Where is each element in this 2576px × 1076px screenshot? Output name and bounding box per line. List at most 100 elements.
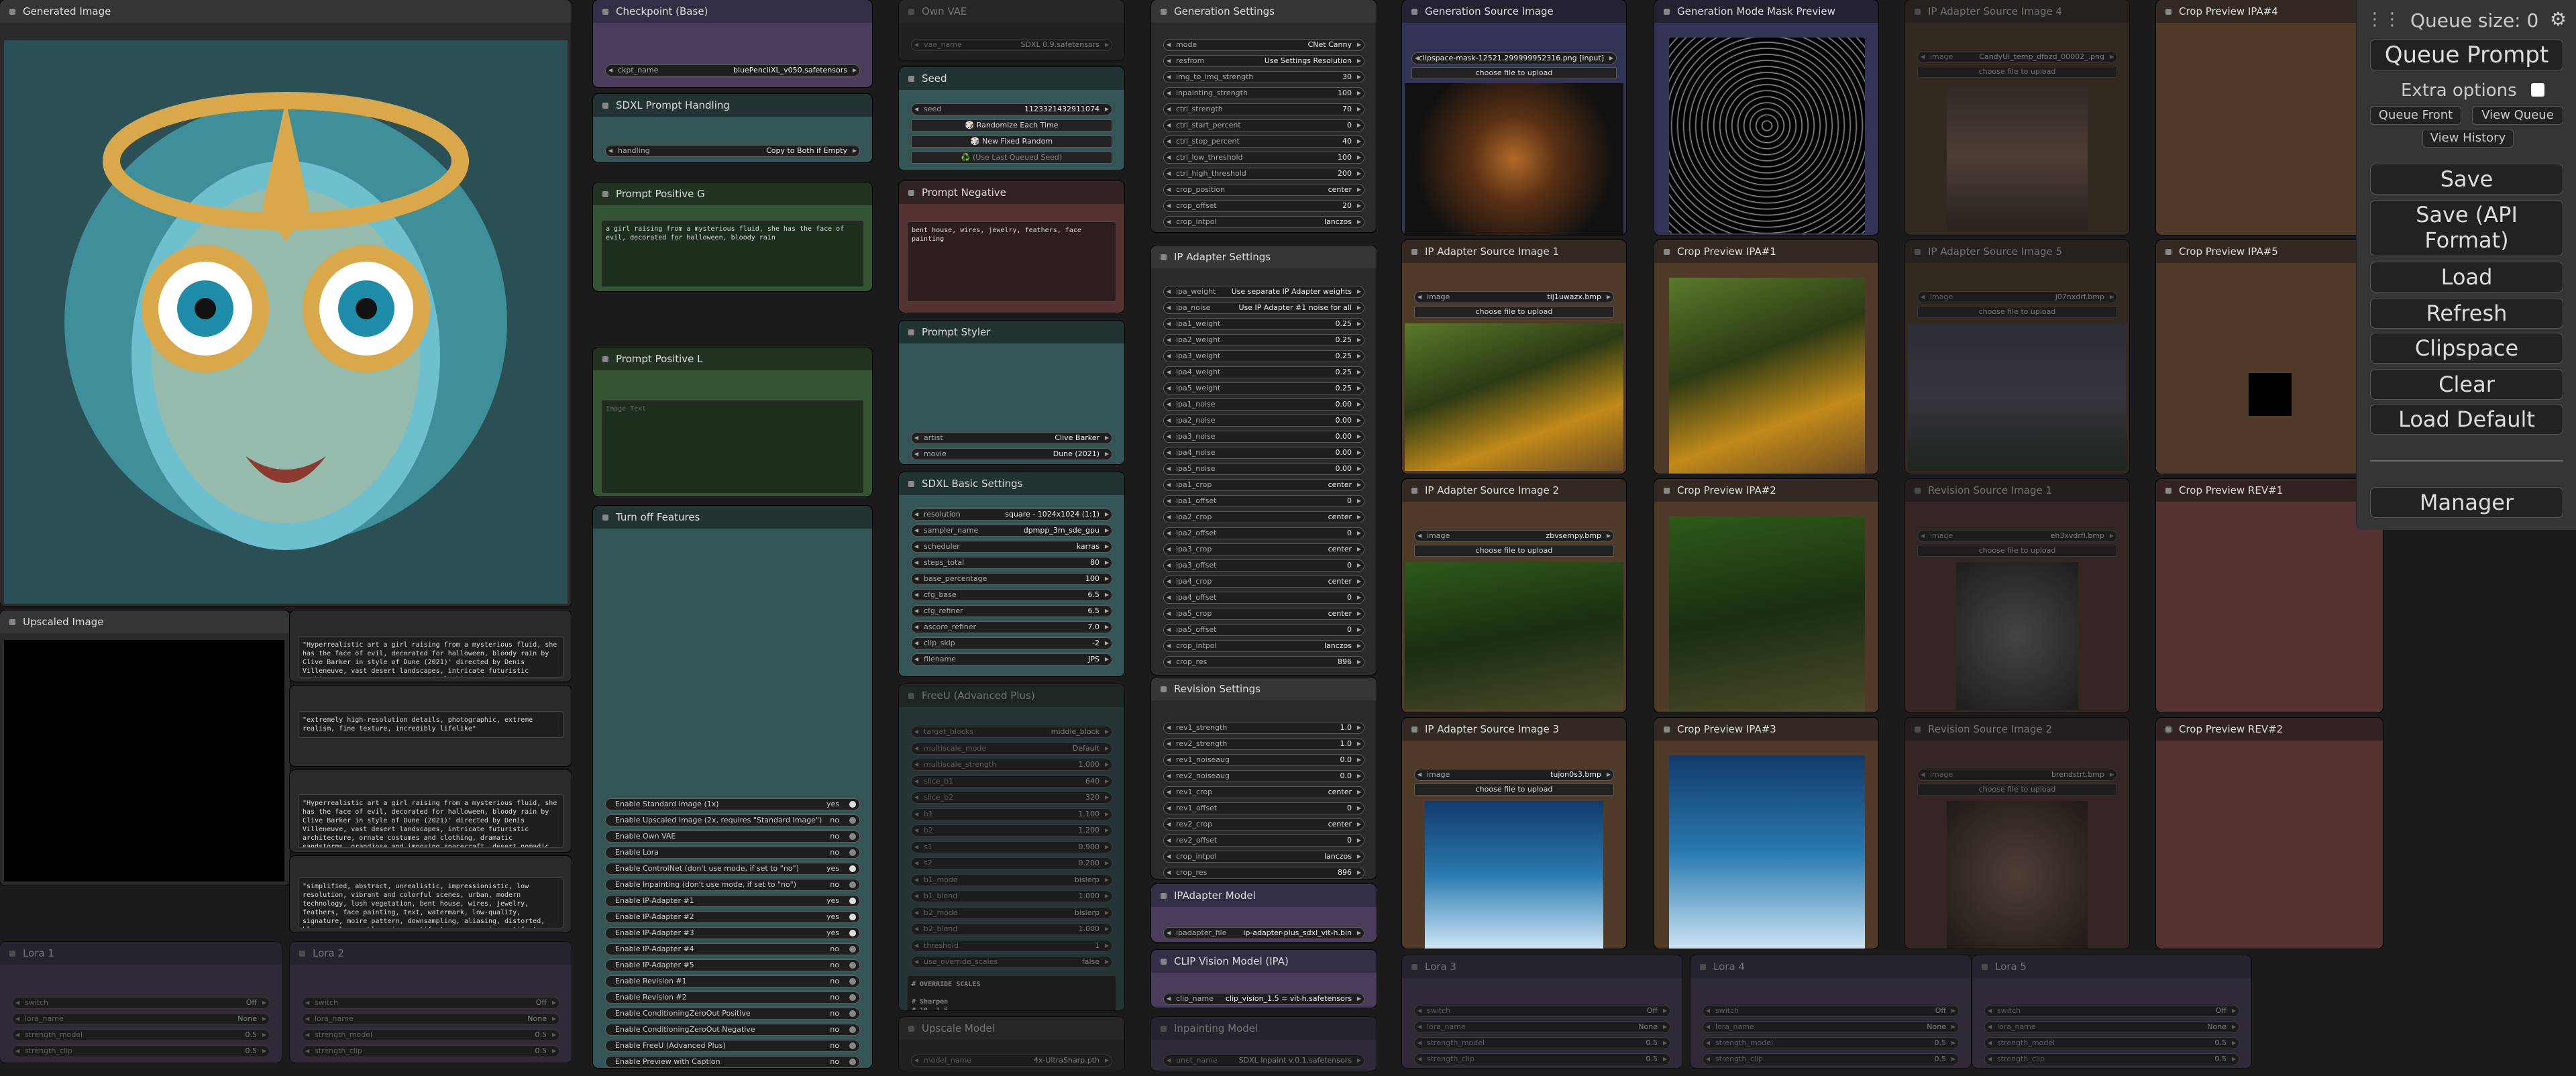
ipa2-crop-widget[interactable]: ipa2_crop center xyxy=(1163,511,1364,523)
artist-widget[interactable]: artist Clive Barker xyxy=(911,432,1112,444)
rev2-noiseaug-widget[interactable]: rev2_noiseaug 0.0 xyxy=(1163,770,1364,782)
feature-toggle[interactable]: Enable ConditioningZeroOut Negative no xyxy=(605,1024,860,1036)
view-history-button[interactable]: View History xyxy=(2422,129,2514,148)
multiscale-strength-widget[interactable]: multiscale_strength 1.000 xyxy=(911,759,1112,771)
b1-blend-widget[interactable]: b1_blend 1.000 xyxy=(911,890,1112,902)
revision-source-1-node[interactable]: Revision Source Image 1 image eh3xvdrfl.b… xyxy=(1905,479,2129,712)
ckpt-name-widget[interactable]: ckpt_name bluePencilXL_v050.safetensors xyxy=(605,64,860,76)
ipa3-noise-widget[interactable]: ipa3_noise 0.00 xyxy=(1163,431,1364,443)
img-to-img-strength-widget[interactable]: img_to_img_strength 30 xyxy=(1163,71,1364,83)
ascore-refiner-widget[interactable]: ascore_refiner 7.0 xyxy=(911,621,1112,633)
crop-preview-5-node[interactable]: Crop Preview IPA#5 xyxy=(2156,240,2383,474)
inpainting-strength-widget[interactable]: inpainting_strength 100 xyxy=(1163,87,1364,99)
clip-skip-widget[interactable]: clip_skip -2 xyxy=(911,637,1112,649)
lora-1-node[interactable]: Lora 1 switch Off lora_name None strength_… xyxy=(0,942,282,1063)
strength-model-widget[interactable]: strength_model 0.5 xyxy=(1984,1037,2239,1049)
ipa-settings-node[interactable]: IP Adapter Settings ipa_weight Use separa… xyxy=(1151,246,1377,675)
text-node-1[interactable]: "Hyperrealistic art a girl raising from … xyxy=(290,610,572,682)
resfrom-widget[interactable]: resfrom Use Settings Resolution xyxy=(1163,55,1364,67)
revision-settings-node[interactable]: Revision Settings rev1_strength1.0rev2_s… xyxy=(1151,678,1377,879)
crop-res-widget[interactable]: crop_res 896 xyxy=(1163,656,1364,668)
feature-toggle[interactable]: Enable ControlNet (don't use mode, if se… xyxy=(605,863,860,875)
rev2-offset-widget[interactable]: rev2_offset 0 xyxy=(1163,835,1364,847)
revision-source-2-node[interactable]: Revision Source Image 2 image brendstrt.b… xyxy=(1905,718,2129,949)
negative-textarea[interactable]: bent house, wires, jewelry, feathers, fa… xyxy=(907,221,1116,302)
lora-2-node[interactable]: Lora 2 switch Off lora_name None strength_… xyxy=(290,942,572,1063)
lora-3-node[interactable]: Lora 3 switch Off lora_name None strength_… xyxy=(1402,955,1682,1068)
save-api-button[interactable]: Save (API Format) xyxy=(2370,200,2563,256)
feature-toggle[interactable]: Enable Preview with Caption no xyxy=(605,1056,860,1068)
ipadapter-model-node[interactable]: IPAdapter Model ipadapter_file ip-adapter… xyxy=(1151,884,1377,942)
model-name-widget[interactable]: model_name 4x-UltraSharp.pth xyxy=(911,1055,1112,1067)
feature-toggle[interactable]: Enable IP-Adapter #4 no xyxy=(605,943,860,955)
upload-button[interactable]: choose file to upload xyxy=(1414,306,1614,318)
lora-name-widget[interactable]: lora_name None xyxy=(302,1013,559,1025)
ipa3-weight-widget[interactable]: ipa3_weight 0.25 xyxy=(1163,350,1364,362)
image-select-widget[interactable]: image eh3xvdrfl.bmp xyxy=(1917,530,2117,542)
ipa-source-5-node[interactable]: IP Adapter Source Image 5 image j07nxdrf.… xyxy=(1905,240,2129,474)
s2-widget[interactable]: s2 0.200 xyxy=(911,857,1112,869)
ipa4-noise-widget[interactable]: ipa4_noise 0.00 xyxy=(1163,447,1364,459)
generation-source-node[interactable]: Generation Source Image clipspace-mask-1… xyxy=(1402,0,1626,235)
ipa3-offset-widget[interactable]: ipa3_offset 0 xyxy=(1163,559,1364,572)
ipa4-crop-widget[interactable]: ipa4_crop center xyxy=(1163,576,1364,588)
lora-4-node[interactable]: Lora 4 switch Off lora_name None strength_… xyxy=(1690,955,1971,1068)
mask-preview-node[interactable]: Generation Mode Mask Preview xyxy=(1654,0,1878,235)
generation-settings-node[interactable]: Generation Settings mode CNet Canny resfro… xyxy=(1151,0,1377,232)
upload-button[interactable]: choose file to upload xyxy=(1414,545,1614,557)
queue-front-button[interactable]: Queue Front xyxy=(2370,106,2461,125)
lora-name-widget[interactable]: lora_name None xyxy=(1984,1021,2239,1033)
ipa1-weight-widget[interactable]: ipa1_weight 0.25 xyxy=(1163,318,1364,330)
freeu-node[interactable]: FreeU (Advanced Plus) # OVERRIDE SCALES … xyxy=(899,684,1124,1010)
b2-mode-widget[interactable]: b2_mode bislerp xyxy=(911,906,1112,919)
ipa5-crop-widget[interactable]: ipa5_crop center xyxy=(1163,608,1364,620)
rev2-strength-widget[interactable]: rev2_strength 1.0 xyxy=(1163,738,1364,750)
ipa-source-1-node[interactable]: IP Adapter Source Image 1 image tij1uwazx… xyxy=(1402,240,1626,474)
ctrl-strength-widget[interactable]: ctrl_strength 70 xyxy=(1163,103,1364,115)
switch-widget[interactable]: switch Off xyxy=(1703,1005,1959,1017)
strength-clip-widget[interactable]: strength_clip 0.5 xyxy=(12,1045,270,1057)
positive-text-display[interactable]: "Hyperrealistic art a girl raising from … xyxy=(298,636,564,678)
load-button[interactable]: Load xyxy=(2370,262,2563,292)
ipa-source-2-node[interactable]: IP Adapter Source Image 2 image zbvsempy.… xyxy=(1402,479,1626,712)
ipa-noise-widget[interactable]: ipa_noise Use IP Adapter #1 noise for all xyxy=(1163,302,1364,314)
feature-toggle[interactable]: Enable Own VAE no xyxy=(605,830,860,843)
upload-button[interactable]: choose file to upload xyxy=(1414,784,1614,796)
feature-toggle[interactable]: Enable FreeU (Advanced Plus) no xyxy=(605,1040,860,1052)
strength-model-widget[interactable]: strength_model 0.5 xyxy=(12,1029,270,1041)
threshold-widget[interactable]: threshold 1 xyxy=(911,939,1112,952)
feature-toggle[interactable]: Enable IP-Adapter #2 yes xyxy=(605,911,860,923)
cfg-refiner-widget[interactable]: cfg_refiner 6.5 xyxy=(911,605,1112,617)
extra-options-checkbox[interactable] xyxy=(2531,83,2544,97)
ipa-source-3-node[interactable]: IP Adapter Source Image 3 image tujon0s3.… xyxy=(1402,718,1626,949)
prompt-positive-l-node[interactable]: Prompt Positive L Image Text xyxy=(593,347,872,496)
b2-widget[interactable]: b2 1.200 xyxy=(911,824,1112,837)
crop-intpol-widget[interactable]: crop_intpol lanczos xyxy=(1163,216,1364,228)
upload-button[interactable]: choose file to upload xyxy=(1917,545,2117,557)
gear-icon[interactable]: ⚙ xyxy=(2550,8,2567,30)
rev2-crop-widget[interactable]: rev2_crop center xyxy=(1163,818,1364,830)
feature-toggle[interactable]: Enable Upscaled Image (2x, requires "Sta… xyxy=(605,814,860,826)
steps-total-widget[interactable]: steps_total 80 xyxy=(911,557,1112,569)
text-node-2[interactable]: "extremely high-resolution details, phot… xyxy=(290,686,572,766)
view-queue-button[interactable]: View Queue xyxy=(2472,106,2563,125)
ipa-source-4-node[interactable]: IP Adapter Source Image 4 image CandyUi_t… xyxy=(1905,0,2129,235)
switch-widget[interactable]: switch Off xyxy=(1984,1005,2239,1017)
prompt-positive-g-node[interactable]: Prompt Positive G a girl raising from a … xyxy=(593,182,872,291)
feature-toggle[interactable]: Enable Standard Image (1x) yes xyxy=(605,798,860,810)
ipa1-noise-widget[interactable]: ipa1_noise 0.00 xyxy=(1163,398,1364,411)
sdxl-prompt-handling-node[interactable]: SDXL Prompt Handling handling Copy to Bot… xyxy=(593,94,872,162)
drag-handle-icon[interactable]: ⋮⋮ xyxy=(2366,9,2401,30)
ipa5-offset-widget[interactable]: ipa5_offset 0 xyxy=(1163,624,1364,636)
clip-name-widget[interactable]: clip_name clip_vision_1.5 = vit-h.safeten… xyxy=(1163,993,1364,1005)
feature-toggle[interactable]: Enable Lora no xyxy=(605,847,860,859)
crop-preview-3-node[interactable]: Crop Preview IPA#3 xyxy=(1654,718,1878,949)
target-blocks-widget[interactable]: target_blocks middle_block xyxy=(911,726,1112,738)
lora-5-node[interactable]: Lora 5 switch Off lora_name None strength_… xyxy=(1972,955,2251,1068)
ipa1-offset-widget[interactable]: ipa1_offset 0 xyxy=(1163,495,1364,507)
base-percentage-widget[interactable]: base_percentage 100 xyxy=(911,573,1112,585)
crop-preview-rev2-node[interactable]: Crop Preview REV#2 xyxy=(2156,718,2383,949)
vae-name-widget[interactable]: vae_name SDXL 0.9.safetensors xyxy=(911,39,1112,51)
randomize-button[interactable]: 🎲 Randomize Each Time xyxy=(911,119,1112,131)
combined-positive-display[interactable]: "Hyperrealistic art a girl raising from … xyxy=(298,794,564,848)
